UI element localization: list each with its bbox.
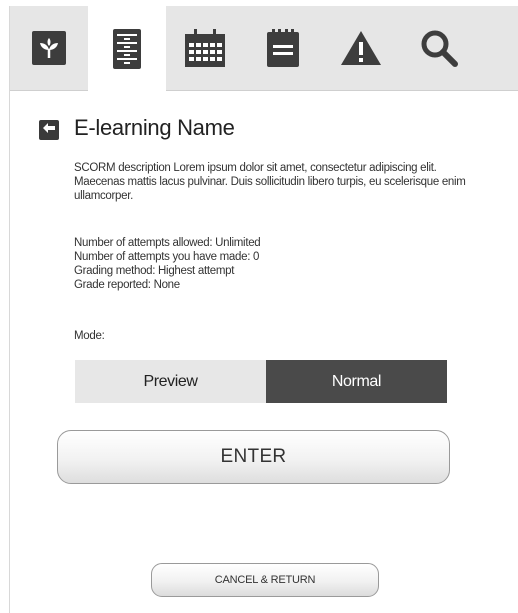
- cancel-return-button[interactable]: CANCEL & RETURN: [151, 563, 379, 597]
- course-description: SCORM description Lorem ipsum dolor sit …: [74, 162, 466, 202]
- attempt-info: Number of attempts allowed: Unlimited Nu…: [74, 236, 474, 292]
- mode-normal-option[interactable]: Normal: [266, 360, 447, 403]
- warning-icon: [340, 30, 382, 66]
- calendar-icon: [185, 29, 225, 67]
- tab-search[interactable]: [400, 6, 478, 90]
- attempts-allowed-text: Number of attempts allowed: Unlimited: [74, 237, 261, 249]
- plant-logo-icon: [32, 31, 66, 65]
- attempts-made-text: Number of attempts you have made: 0: [74, 251, 260, 263]
- tab-notes[interactable]: [244, 6, 322, 90]
- top-nav-bar: [10, 6, 518, 91]
- mode-label: Mode:: [74, 330, 105, 342]
- search-icon: [420, 29, 458, 67]
- app-frame: E-learning Name SCORM description Lorem …: [9, 6, 518, 613]
- tab-alerts[interactable]: [322, 6, 400, 90]
- grading-method-text: Grading method: Highest attempt: [74, 265, 235, 277]
- file-cabinet-icon: [113, 28, 141, 69]
- tab-courses[interactable]: [88, 6, 166, 91]
- tab-calendar[interactable]: [166, 6, 244, 90]
- mode-preview-option[interactable]: Preview: [75, 360, 266, 403]
- page-title: E-learning Name: [74, 115, 235, 140]
- back-button[interactable]: [39, 120, 59, 140]
- grade-reported-text: Grade reported: None: [74, 279, 180, 291]
- tab-home[interactable]: [10, 6, 88, 90]
- notepad-icon: [267, 29, 299, 67]
- enter-button[interactable]: ENTER: [57, 430, 450, 484]
- arrow-left-icon: [42, 121, 56, 139]
